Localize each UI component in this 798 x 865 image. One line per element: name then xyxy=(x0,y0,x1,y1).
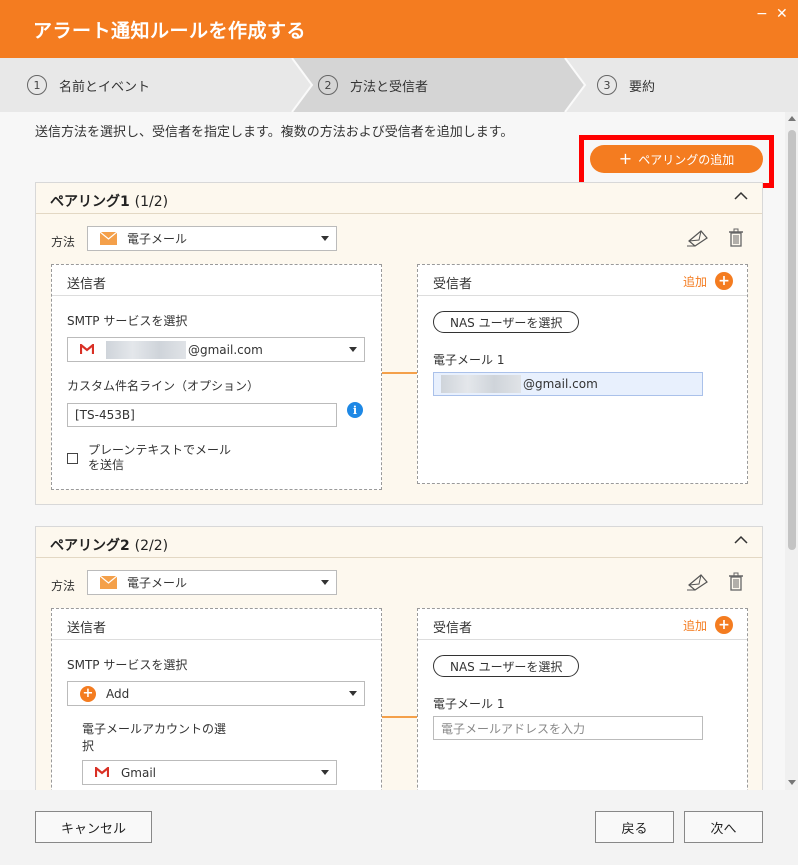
pairing-2-header[interactable]: ペアリング2 (2/2) xyxy=(36,527,762,558)
trash-icon[interactable] xyxy=(728,228,744,247)
step-3-number: 3 xyxy=(597,75,617,95)
sender-panel: 送信者 SMTP サービスを選択 + Add 電子メールアカウントの選択 Gma… xyxy=(51,608,382,790)
step-3: 3 要約 xyxy=(597,58,655,112)
chevron-up-icon[interactable] xyxy=(734,191,748,201)
plain-text-checkbox[interactable] xyxy=(67,453,78,464)
smtp-value: Add xyxy=(106,686,130,701)
method-value: 電子メール xyxy=(127,232,188,246)
step-2: 2 方法と受信者 xyxy=(318,58,428,112)
step-1-label: 名前とイベント xyxy=(59,79,151,95)
pairing-2-title: ペアリング2 (2/2) xyxy=(50,538,169,554)
chevron-down-icon xyxy=(321,580,329,585)
email-1-label: 電子メール 1 xyxy=(433,697,505,711)
step-1: 1 名前とイベント xyxy=(27,58,150,112)
next-button[interactable]: 次へ xyxy=(684,811,763,843)
pairing-1-title: ペアリング1 (1/2) xyxy=(50,194,169,210)
scroll-up-arrow[interactable] xyxy=(788,116,796,121)
scroll-down-arrow[interactable] xyxy=(788,780,796,785)
connector-line xyxy=(382,372,417,374)
plain-text-label: プレーンテキストでメール を送信 xyxy=(88,443,232,472)
content-area: 送信方法を選択し、受信者を指定します。複数の方法および受信者を追加します。 + … xyxy=(0,112,785,790)
method-select[interactable]: 電子メール xyxy=(87,226,337,251)
chevron-down-icon xyxy=(321,236,329,241)
plus-circle-icon: + xyxy=(715,616,733,634)
connector-line xyxy=(382,716,417,718)
step-1-number: 1 xyxy=(27,75,47,95)
plus-circle-icon: + xyxy=(80,685,96,702)
chevron-down-icon xyxy=(321,770,329,775)
smtp-select[interactable]: + Add xyxy=(67,681,365,706)
account-select[interactable]: Gmail xyxy=(82,760,337,785)
recipient-title: 受信者 xyxy=(433,621,473,636)
subject-label: カスタム件名ライン（オプション） xyxy=(67,379,260,393)
method-label: 方法 xyxy=(51,579,76,593)
envelope-icon xyxy=(100,232,117,245)
gmail-icon xyxy=(80,344,94,354)
redacted-address xyxy=(441,375,521,393)
chevron-down-icon xyxy=(349,347,357,352)
plus-circle-icon: + xyxy=(715,272,733,290)
redacted-address xyxy=(106,340,186,359)
email-1-input[interactable]: 電子メールアドレスを入力 xyxy=(433,716,703,740)
step-2-number: 2 xyxy=(318,75,338,95)
step-2-label: 方法と受信者 xyxy=(350,79,429,95)
minimize-button[interactable]: − xyxy=(756,7,768,21)
account-value: Gmail xyxy=(121,765,157,780)
step-3-label: 要約 xyxy=(629,79,656,95)
cancel-button[interactable]: キャンセル xyxy=(35,811,152,843)
pairing-1-header[interactable]: ペアリング1 (1/2) xyxy=(36,183,762,214)
account-label: 電子メールアカウントの選択 xyxy=(82,722,227,753)
step-indicator: 1 名前とイベント 2 方法と受信者 3 要約 xyxy=(0,58,798,112)
method-select[interactable]: 電子メール xyxy=(87,570,337,595)
add-pairing-button[interactable]: + ペアリングの追加 xyxy=(590,145,763,173)
sender-title: 送信者 xyxy=(67,277,107,292)
title-bar: アラート通知ルールを作成する − ✕ xyxy=(0,0,798,58)
select-nas-user-button[interactable]: NAS ユーザーを選択 xyxy=(433,655,580,677)
window-title: アラート通知ルールを作成する xyxy=(33,20,307,42)
chevron-down-icon xyxy=(349,691,357,696)
smtp-label: SMTP サービスを選択 xyxy=(67,314,188,328)
scroll-thumb[interactable] xyxy=(788,130,796,550)
close-button[interactable]: ✕ xyxy=(776,7,788,21)
smtp-value: @gmail.com xyxy=(188,342,263,357)
pairing-2: ペアリング2 (2/2) 方法 電子メール 送信者 SMTP サービスを選択 +… xyxy=(35,526,763,790)
plus-icon: + xyxy=(618,149,633,168)
pairing-1: ペアリング1 (1/2) 方法 電子メール 送信者 SMTP サービスを選択 @… xyxy=(35,182,763,505)
select-nas-user-button[interactable]: NAS ユーザーを選択 xyxy=(433,311,580,333)
smtp-select[interactable]: @gmail.com xyxy=(67,337,365,362)
method-label: 方法 xyxy=(51,235,76,249)
add-pairing-label: ペアリングの追加 xyxy=(638,152,735,167)
sender-panel: 送信者 SMTP サービスを選択 @gmail.com カスタム件名ライン（オプ… xyxy=(51,264,382,490)
chevron-up-icon[interactable] xyxy=(734,535,748,545)
gmail-icon xyxy=(95,767,109,777)
subject-input[interactable]: [TS-453B] xyxy=(67,403,337,427)
recipient-panel: 受信者 追加 + NAS ユーザーを選択 電子メール 1 電子メールアドレスを入力 xyxy=(417,608,748,790)
add-recipient-button[interactable]: 追加 + xyxy=(683,272,733,290)
back-button[interactable]: 戻る xyxy=(595,811,674,843)
envelope-icon xyxy=(100,576,117,589)
email-1-label: 電子メール 1 xyxy=(433,353,505,367)
smtp-label: SMTP サービスを選択 xyxy=(67,658,188,672)
info-icon[interactable]: i xyxy=(347,402,363,418)
instructions-text: 送信方法を選択し、受信者を指定します。複数の方法および受信者を追加します。 xyxy=(35,125,514,140)
test-send-icon[interactable] xyxy=(687,229,709,247)
test-send-icon[interactable] xyxy=(687,573,709,591)
recipient-panel: 受信者 追加 + NAS ユーザーを選択 電子メール 1 @gmail.com xyxy=(417,264,748,484)
add-recipient-button[interactable]: 追加 + xyxy=(683,616,733,634)
scrollbar[interactable] xyxy=(785,112,798,790)
email-1-input[interactable]: @gmail.com xyxy=(433,372,703,396)
recipient-title: 受信者 xyxy=(433,277,473,292)
trash-icon[interactable] xyxy=(728,572,744,591)
sender-title: 送信者 xyxy=(67,621,107,636)
footer: キャンセル 戻る 次へ xyxy=(0,790,798,865)
method-value: 電子メール xyxy=(127,576,188,590)
